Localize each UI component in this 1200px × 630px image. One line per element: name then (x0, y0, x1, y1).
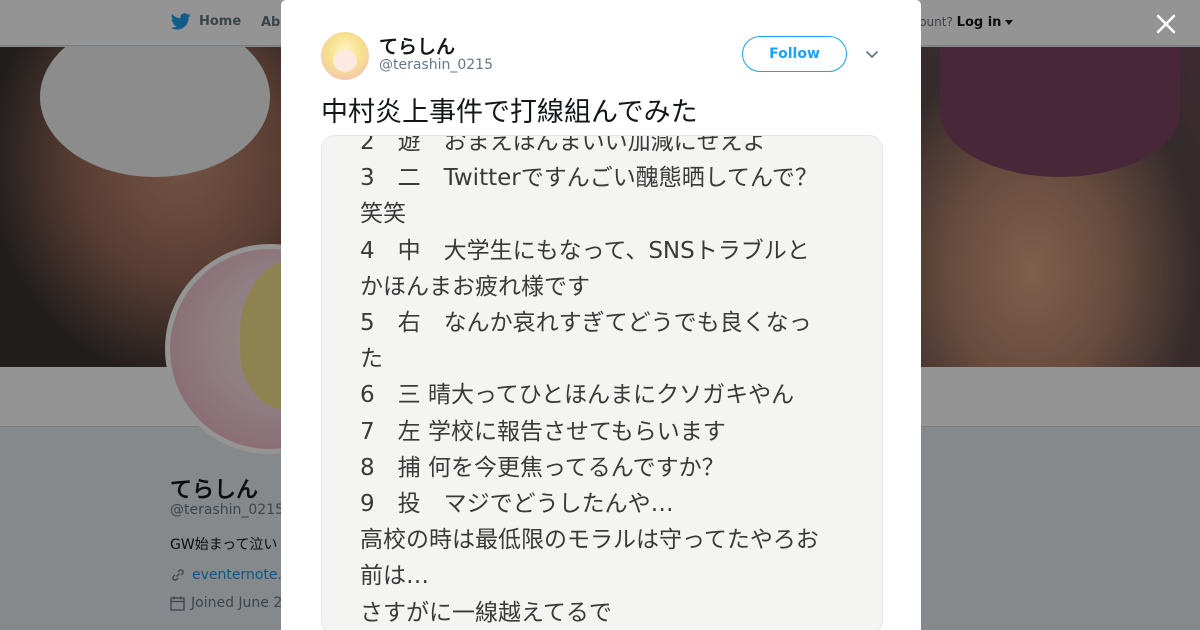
chevron-down-icon[interactable] (864, 46, 880, 62)
close-icon[interactable] (1152, 10, 1180, 38)
image-text-line: 7 左 学校に報告させてもらいます (360, 418, 726, 445)
follow-button[interactable]: Follow (742, 36, 847, 72)
image-text-line: 笑笑 (360, 201, 406, 228)
image-text-line: かほんまお疲れ様です (360, 273, 590, 300)
image-text-line: 2 遊 おまえほんまいい加減にせえよ (360, 135, 766, 155)
image-text-line: 高校の時は最低限のモラルは守ってたやろお (360, 527, 819, 554)
image-text-line: 3 二 Twitterですんごい醜態晒してんで？ (360, 165, 818, 192)
image-text-line: た (360, 346, 383, 373)
image-text-line: 8 捕 何を今更焦ってるんですか？ (360, 454, 725, 481)
image-text-line: 4 中 大学生にもなって、SNSトラブルと (360, 237, 810, 264)
tweet-author-name[interactable]: てらしん (379, 32, 455, 59)
tweet-text: 中村炎上事件で打線組んでみた (321, 97, 698, 128)
tweet-image[interactable]: 2 遊 おまえほんまいい加減にせえよ 3 二 Twitterですんごい醜態晒して… (321, 135, 883, 630)
image-text-line: 6 三 晴大ってひとほんまにクソガキやん (360, 382, 795, 409)
tweet-author-handle[interactable]: @terashin_0215 (379, 57, 493, 73)
tweet-modal: てらしん @terashin_0215 Follow 中村炎上事件で打線組んでみ… (281, 0, 921, 630)
image-text-line: さすがに一線越えてるで (360, 599, 612, 626)
tweet-author-avatar[interactable] (321, 32, 369, 80)
image-text-line: 5 右 なんか哀れすぎてどうでも良くなっ (360, 310, 812, 337)
image-text-line: 前は… (360, 563, 429, 590)
image-text-line: 9 投 マジでどうしたんや… (360, 491, 674, 518)
tweet-image-text: 2 遊 おまえほんまいい加減にせえよ 3 二 Twitterですんごい醜態晒して… (360, 135, 860, 630)
